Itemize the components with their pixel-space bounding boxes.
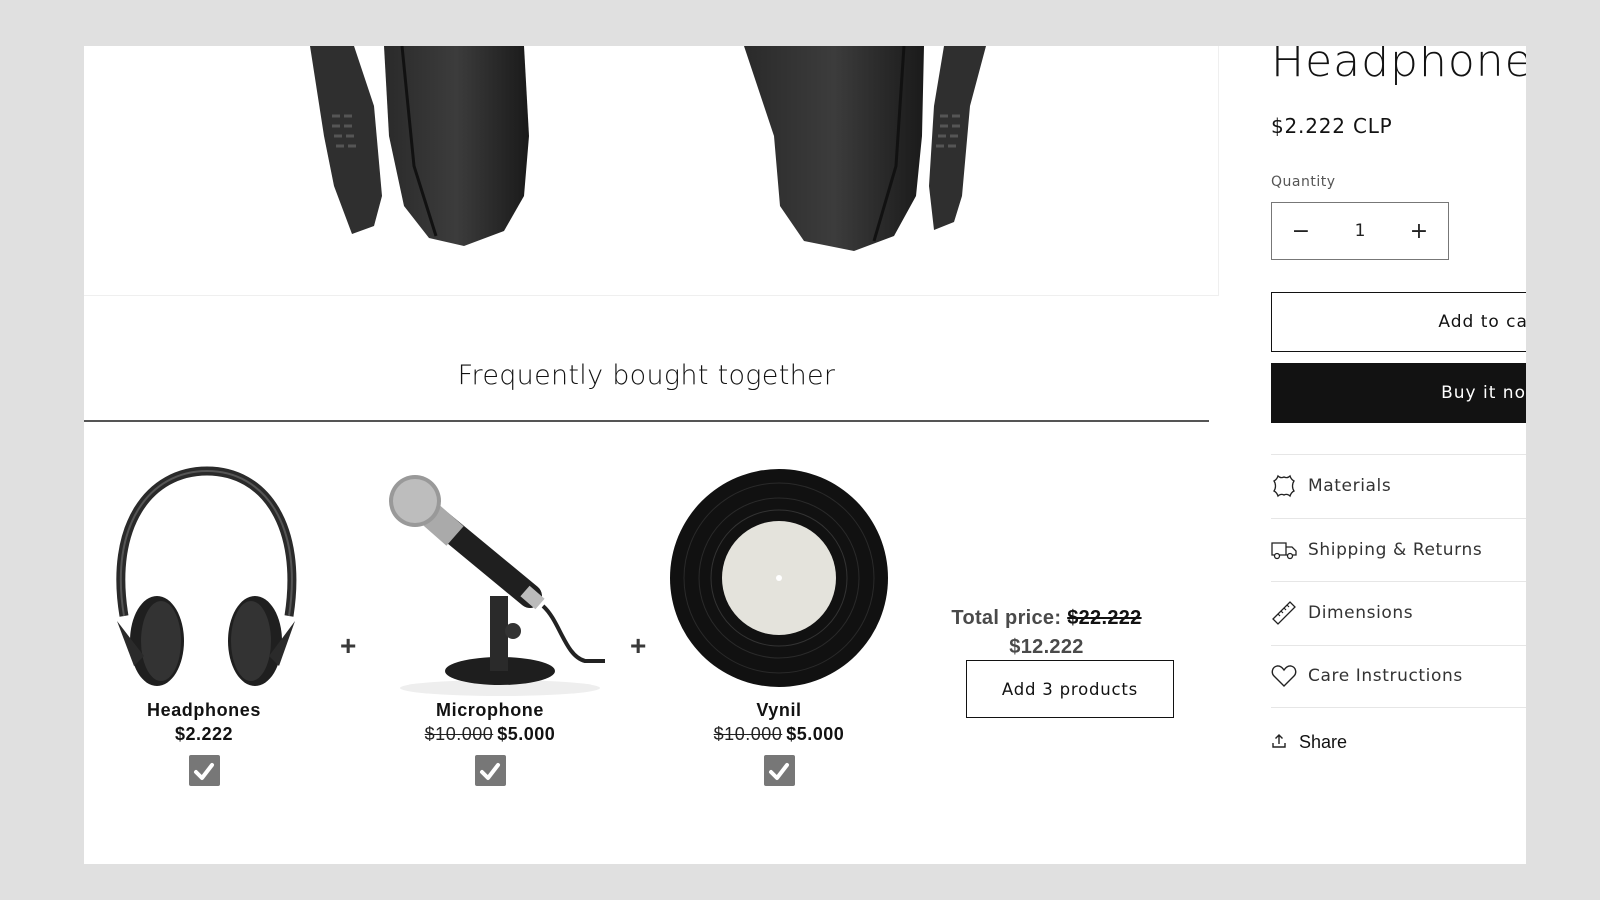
accordion-label: Shipping & Returns — [1308, 539, 1483, 560]
add-to-cart-button[interactable]: Add to cart — [1271, 292, 1526, 352]
leather-icon — [1271, 473, 1297, 499]
quantity-increase-button[interactable]: + — [1402, 211, 1436, 251]
fbt-item-price: $10.000 $5.000 — [375, 724, 605, 745]
fbt-total-label: Total price: — [951, 607, 1062, 629]
checkmark-icon — [194, 762, 214, 780]
fbt-item-name[interactable]: Vynil — [664, 700, 894, 721]
fbt-item-headphones: Headphones $2.222 — [89, 466, 319, 786]
add-all-products-button[interactable]: Add 3 products — [966, 660, 1174, 718]
quantity-input[interactable] — [1330, 221, 1390, 241]
accordion-shipping[interactable]: Shipping & Returns — [1271, 517, 1526, 582]
fbt-divider — [84, 420, 1209, 422]
checkmark-icon — [769, 762, 789, 780]
microphone-image[interactable] — [375, 466, 605, 696]
checkmark-icon — [480, 762, 500, 780]
fbt-item-name[interactable]: Microphone — [375, 700, 605, 721]
fbt-item-price: $10.000 $5.000 — [664, 724, 894, 745]
fbt-item-checkbox[interactable] — [474, 755, 506, 786]
fbt-item-price-old: $10.000 — [424, 724, 494, 744]
fbt-item-price-current: $2.222 — [174, 724, 234, 744]
product-accordion: Materials Shipping & Returns Dimensions … — [1271, 454, 1526, 708]
quantity-decrease-button[interactable]: − — [1284, 211, 1318, 251]
product-info: Headphones $2.222 CLP Quantity − + Add t… — [1271, 46, 1526, 864]
fbt-item-price: $2.222 — [89, 724, 319, 745]
truck-icon — [1271, 537, 1297, 563]
accordion-care[interactable]: Care Instructions — [1271, 644, 1526, 708]
product-title: Headphones — [1271, 46, 1526, 87]
buy-now-button[interactable]: Buy it now — [1271, 363, 1526, 423]
fbt-item-checkbox[interactable] — [188, 755, 220, 786]
accordion-materials[interactable]: Materials — [1271, 454, 1526, 518]
fbt-heading: Frequently bought together — [457, 360, 836, 391]
fbt-total-new: $12.222 — [1009, 636, 1084, 658]
fbt-item-price-current: $5.000 — [786, 724, 845, 744]
product-main-image[interactable] — [84, 46, 1219, 296]
ruler-icon — [1271, 600, 1297, 626]
vinyl-image[interactable] — [664, 466, 894, 696]
fbt-item-price-old: $10.000 — [713, 724, 783, 744]
quantity-label: Quantity — [1271, 174, 1336, 190]
fbt-item-microphone: Microphone $10.000 $5.000 — [375, 466, 605, 786]
share-label: Share — [1299, 732, 1348, 752]
accordion-dimensions[interactable]: Dimensions — [1271, 581, 1526, 645]
share-button[interactable]: Share — [1271, 732, 1347, 753]
heart-icon — [1271, 663, 1297, 689]
fbt-item-price-current: $5.000 — [497, 724, 556, 744]
quantity-stepper: − + — [1271, 202, 1449, 260]
headphones-image[interactable] — [89, 466, 319, 696]
headphones-photo — [310, 46, 986, 251]
plus-icon: + — [630, 630, 647, 661]
accordion-label: Care Instructions — [1308, 666, 1463, 687]
fbt-total-price: Total price: $22.222 $12.222 — [944, 604, 1149, 662]
product-page: Frequently bought together Headphones $2… — [84, 46, 1526, 864]
fbt-item-checkbox[interactable] — [763, 755, 795, 786]
share-icon — [1271, 733, 1287, 753]
plus-icon: + — [340, 630, 357, 661]
fbt-item-name[interactable]: Headphones — [89, 700, 319, 721]
accordion-label: Materials — [1308, 476, 1392, 497]
fbt-item-vinyl: Vynil $10.000 $5.000 — [664, 466, 894, 786]
accordion-label: Dimensions — [1308, 603, 1414, 624]
fbt-total-old: $22.222 — [1067, 607, 1142, 629]
product-price: $2.222 CLP — [1271, 114, 1393, 138]
